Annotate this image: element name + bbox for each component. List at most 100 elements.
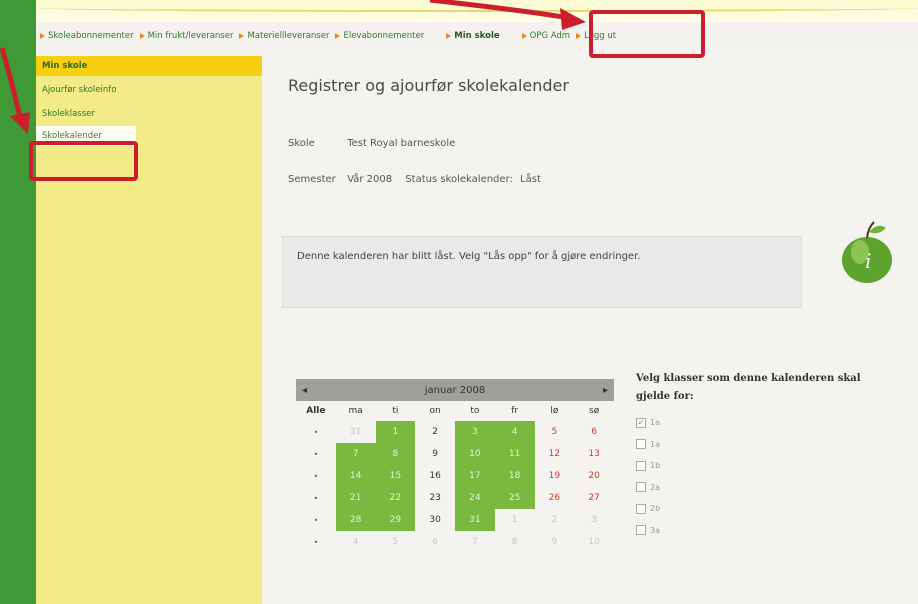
class-selection-panel: Velg klasser som denne kalenderen skal g… [636, 370, 918, 541]
calendar-day[interactable]: 9 [535, 531, 575, 553]
calendar-day[interactable]: 21 [335, 487, 376, 509]
arrow-bullet-icon [521, 33, 527, 39]
calendar-day[interactable]: 29 [375, 509, 416, 531]
calendar-week-row: • 28 29 30 31 1 2 3 [296, 509, 614, 531]
calendar-day[interactable]: 9 [415, 443, 455, 465]
calendar-day[interactable]: 30 [415, 509, 455, 531]
nav-opg-adm[interactable]: OPG Adm [521, 31, 570, 41]
calendar-widget: ◂ januar 2008 ▸ Alle ma ti on to fr lø s… [296, 379, 614, 601]
calendar-day[interactable]: 4 [494, 421, 535, 443]
main-content: Registrer og ajourfør skolekalender Skol… [262, 46, 918, 604]
highlight-skolekalender [29, 141, 138, 181]
calendar-day[interactable]: 28 [335, 509, 376, 531]
status-label: Status skolekalender: [405, 174, 513, 185]
calendar-day[interactable]: 8 [375, 443, 416, 465]
calendar-day[interactable]: 26 [535, 487, 575, 509]
checkbox[interactable] [636, 503, 646, 514]
calendar-day[interactable]: 24 [455, 487, 495, 509]
calendar-day[interactable]: 2 [535, 509, 575, 531]
week-select[interactable]: • [296, 509, 336, 531]
calendar-day[interactable]: 2 [415, 421, 455, 443]
day-header: on [429, 406, 441, 416]
calendar-day[interactable]: 6 [415, 531, 455, 553]
class-option[interactable]: 1b [636, 455, 918, 477]
calendar-day[interactable]: 4 [336, 531, 376, 553]
svg-text:i: i [865, 249, 871, 273]
class-option[interactable]: 1a [636, 434, 918, 456]
calendar-day[interactable]: 11 [494, 443, 535, 465]
calendar-day[interactable]: 31 [455, 509, 495, 531]
calendar-week-row: • 4 5 6 7 8 9 10 [296, 531, 614, 553]
week-select[interactable]: • [296, 465, 336, 487]
calendar-day[interactable]: 1 [375, 421, 416, 443]
calendar-day[interactable]: 18 [494, 465, 535, 487]
calendar-day[interactable]: 3 [455, 421, 495, 443]
checkbox[interactable] [636, 525, 646, 536]
calendar-week-row: • 7 8 9 10 11 12 13 [296, 443, 614, 465]
calendar-day[interactable]: 17 [455, 465, 495, 487]
calendar-day[interactable]: 25 [494, 487, 535, 509]
checkbox[interactable] [636, 460, 646, 471]
calendar-day[interactable]: 19 [535, 465, 575, 487]
calendar-day[interactable]: 22 [375, 487, 416, 509]
calendar-day[interactable]: 10 [574, 531, 614, 553]
nav-min-frukt[interactable]: Min frukt/leveranser [139, 31, 233, 41]
school-label: Skole [288, 138, 315, 149]
class-option[interactable]: 2b [636, 498, 918, 520]
status-value: Låst [520, 174, 541, 185]
calendar-day[interactable]: 20 [574, 465, 614, 487]
class-heading-line2: gjelde for: [636, 391, 694, 402]
locked-notice: Denne kalenderen har blitt låst. Velg "L… [282, 236, 802, 308]
day-header: to [470, 406, 480, 416]
left-green-bar [0, 0, 36, 604]
calendar-day[interactable]: 27 [574, 487, 614, 509]
semester-row: Semester Vår 2008 Status skolekalender: … [288, 174, 541, 185]
notice-text: Denne kalenderen har blitt låst. Velg "L… [297, 251, 641, 262]
day-header: lø [550, 406, 559, 416]
calendar-day[interactable]: 3 [574, 509, 614, 531]
calendar-day[interactable]: 10 [455, 443, 495, 465]
next-month-button[interactable]: ▸ [603, 385, 608, 396]
checkbox-checked[interactable]: ✓ [636, 417, 646, 428]
calendar-day[interactable]: 13 [574, 443, 614, 465]
nav-elevabonnementer[interactable]: Elevabonnementer [335, 31, 424, 41]
sidebar-item-ajourfor-skoleinfo[interactable]: Ajourfør skoleinfo [36, 80, 262, 100]
arrow-bullet-icon [446, 33, 452, 39]
class-option[interactable]: 2a [636, 477, 918, 499]
info-apple-icon: i [842, 221, 892, 283]
week-select[interactable]: • [296, 443, 336, 465]
prev-month-button[interactable]: ◂ [302, 385, 307, 396]
calendar-day[interactable]: 16 [415, 465, 455, 487]
nav-min-skole[interactable]: Min skole [446, 31, 500, 41]
calendar-day[interactable]: 7 [455, 531, 495, 553]
select-all-days[interactable]: Alle [296, 401, 336, 421]
calendar-day[interactable]: 12 [535, 443, 575, 465]
class-option[interactable]: 3a [636, 520, 918, 542]
calendar-day[interactable]: 1 [495, 509, 535, 531]
checkbox[interactable] [636, 439, 646, 450]
arrow-bullet-icon [576, 33, 582, 39]
highlight-min-skole [589, 10, 705, 58]
calendar-day[interactable]: 23 [415, 487, 455, 509]
sidebar-item-min-skole[interactable]: Min skole [36, 56, 262, 76]
checkbox[interactable] [636, 482, 646, 493]
arrow-bullet-icon [239, 33, 245, 39]
calendar-day[interactable]: 8 [495, 531, 535, 553]
sidebar-item-skoleklasser[interactable]: Skoleklasser [36, 104, 262, 124]
calendar-day[interactable]: 5 [535, 421, 575, 443]
class-heading-line1: Velg klasser som denne kalenderen skal [636, 373, 861, 384]
week-select[interactable]: • [296, 487, 336, 509]
calendar-day[interactable]: 31 [336, 421, 376, 443]
calendar-day[interactable]: 5 [376, 531, 416, 553]
week-select[interactable]: • [296, 531, 336, 553]
arrow-bullet-icon [40, 33, 45, 39]
class-option[interactable]: ✓ 1a [636, 412, 918, 434]
nav-materiellleveranser[interactable]: Materiellleveranser [239, 31, 329, 41]
nav-skoleabonnementer[interactable]: Skoleabonnementer [40, 31, 134, 41]
calendar-day[interactable]: 6 [574, 421, 614, 443]
calendar-day[interactable]: 14 [335, 465, 376, 487]
calendar-day[interactable]: 7 [335, 443, 376, 465]
calendar-day[interactable]: 15 [375, 465, 416, 487]
week-select[interactable]: • [296, 421, 336, 443]
page: Skoleabonnementer Min frukt/leveranser M… [0, 0, 918, 604]
